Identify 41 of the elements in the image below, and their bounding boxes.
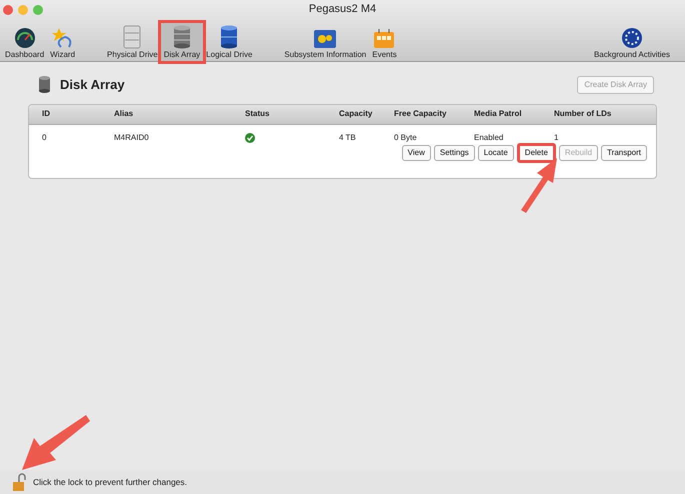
row-action-button[interactable]: View [402,144,431,160]
page-title: Disk Array [60,76,125,94]
row-action-button[interactable]: Settings [434,144,475,160]
window-title: Pegasus2 M4 [308,2,376,18]
column-header: Number of LDs [554,108,612,120]
gauge-icon [14,27,36,49]
column-header: Free Capacity [394,108,448,120]
gears-icon [313,29,338,49]
status-text: Click the lock to prevent further changes. [33,476,188,488]
column-header: ID [42,108,51,120]
annotation-arrow [20,413,90,473]
table-cell-text: M4RAID0 [114,132,150,144]
spinner-globe-icon [620,27,643,49]
toolbar-item[interactable]: Background Activities [590,25,673,61]
open-padlock-icon[interactable] [12,472,26,492]
calendar-icon [373,29,396,49]
row-action-button[interactable]: Delete [516,142,556,162]
toolbar-item[interactable]: Physical Drive [104,23,161,61]
toolbar-item[interactable]: Disk Array [160,23,204,61]
toolbar-item[interactable]: Dashboard [2,25,48,61]
table-cell-text: 4 TB [339,132,357,144]
drive-stack-icon [122,25,142,49]
close-window-button[interactable] [3,4,13,14]
toolbar-item[interactable]: Events [369,27,400,61]
table-cell-text: 0 Byte [394,132,418,144]
row-action-button[interactable]: Transport [601,144,647,160]
column-header: Media Patrol [474,108,523,120]
table-cell-text: 1 [554,132,560,144]
database-icon [38,76,51,94]
column-header: Status [245,108,270,120]
column-header: Alias [114,108,134,120]
toolbar-item[interactable]: Subsystem Information [281,27,370,61]
table-cell-text: Enabled [474,132,504,144]
row-action-button[interactable]: Locate [478,144,514,160]
zoom-window-button[interactable] [33,4,43,14]
database-icon [172,25,192,49]
toolbar-item[interactable]: Logical Drive [203,23,256,61]
column-header: Capacity [339,108,374,120]
toolbar-item[interactable]: Wizard [47,25,78,61]
table-cell-text: 0 [42,132,48,144]
database-icon [219,25,240,49]
